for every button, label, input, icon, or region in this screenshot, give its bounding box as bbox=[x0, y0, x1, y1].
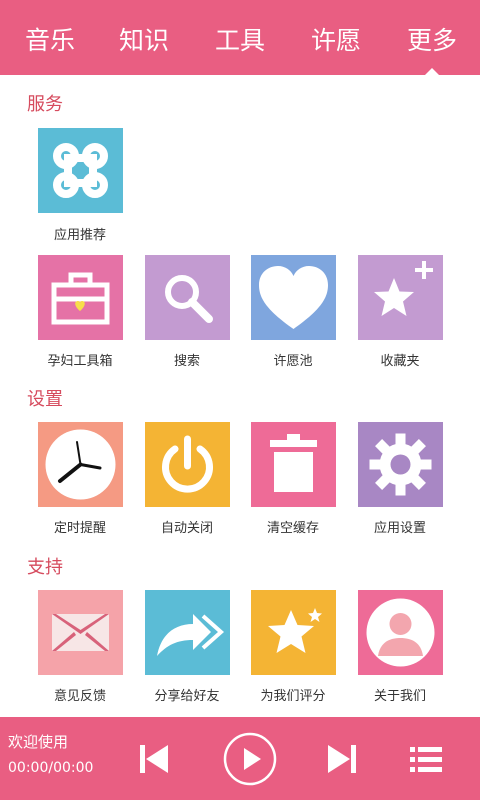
playlist-button[interactable] bbox=[406, 739, 446, 779]
rate-us-label: 为我们评分 bbox=[260, 689, 326, 704]
favorites-button[interactable] bbox=[358, 255, 443, 340]
search-label: 搜索 bbox=[173, 354, 200, 369]
app-recommend-button[interactable] bbox=[38, 128, 123, 213]
section-title-settings: 设置 bbox=[27, 389, 63, 410]
search-icon bbox=[145, 255, 230, 340]
wish-pool-label: 许愿池 bbox=[273, 354, 313, 369]
search-button[interactable] bbox=[145, 255, 230, 340]
star-plus-icon bbox=[358, 255, 443, 340]
rate-star-icon bbox=[251, 590, 336, 675]
gear-icon bbox=[358, 422, 443, 507]
app-recommend-label: 应用推荐 bbox=[53, 228, 106, 243]
favorites-label: 收藏夹 bbox=[380, 354, 420, 369]
previous-icon bbox=[140, 745, 168, 773]
heart-icon bbox=[251, 255, 336, 340]
clock-icon bbox=[38, 422, 123, 507]
player-title: 欢迎使用 bbox=[8, 733, 69, 751]
next-icon bbox=[328, 745, 356, 773]
pregnancy-toolbox-label: 孕妇工具箱 bbox=[47, 354, 113, 369]
trash-icon bbox=[251, 422, 336, 507]
user-icon bbox=[358, 590, 443, 675]
play-button[interactable] bbox=[222, 731, 278, 787]
tab-wish[interactable]: 许愿 bbox=[288, 0, 384, 75]
playlist-icon bbox=[410, 747, 442, 772]
share-icon bbox=[145, 590, 230, 675]
mail-icon bbox=[38, 590, 123, 675]
tab-tools[interactable]: 工具 bbox=[192, 0, 288, 75]
clear-cache-button[interactable] bbox=[251, 422, 336, 507]
toolbox-icon bbox=[38, 255, 123, 340]
tab-more[interactable]: 更多 bbox=[384, 0, 480, 76]
power-icon bbox=[145, 422, 230, 507]
about-us-button[interactable] bbox=[358, 590, 443, 675]
share-friends-button[interactable] bbox=[145, 590, 230, 675]
section-title-support: 支持 bbox=[27, 557, 63, 578]
section-title-services: 服务 bbox=[27, 94, 63, 115]
clear-cache-label: 清空缓存 bbox=[266, 521, 319, 536]
auto-close-button[interactable] bbox=[145, 422, 230, 507]
feedback-button[interactable] bbox=[38, 590, 123, 675]
top-tab-bar: 音乐 知识 工具 许愿 更多 bbox=[0, 0, 480, 76]
player-time: 00:00/00:00 bbox=[8, 760, 94, 776]
tab-knowledge[interactable]: 知识 bbox=[96, 0, 192, 75]
share-friends-label: 分享给好友 bbox=[154, 689, 220, 704]
pregnancy-toolbox-button[interactable] bbox=[38, 255, 123, 340]
command-icon bbox=[38, 128, 123, 213]
feedback-label: 意见反馈 bbox=[53, 689, 106, 704]
app-settings-label: 应用设置 bbox=[373, 521, 426, 536]
play-icon bbox=[223, 732, 277, 786]
wish-pool-button[interactable] bbox=[251, 255, 336, 340]
tab-music[interactable]: 音乐 bbox=[2, 0, 98, 75]
timer-reminder-button[interactable] bbox=[38, 422, 123, 507]
timer-reminder-label: 定时提醒 bbox=[53, 521, 106, 536]
previous-button[interactable] bbox=[134, 739, 174, 779]
about-us-label: 关于我们 bbox=[373, 689, 426, 704]
next-button[interactable] bbox=[322, 739, 362, 779]
auto-close-label: 自动关闭 bbox=[160, 521, 213, 536]
player-bar: 欢迎使用 00:00/00:00 bbox=[0, 717, 480, 800]
rate-us-button[interactable] bbox=[251, 590, 336, 675]
app-settings-button[interactable] bbox=[358, 422, 443, 507]
